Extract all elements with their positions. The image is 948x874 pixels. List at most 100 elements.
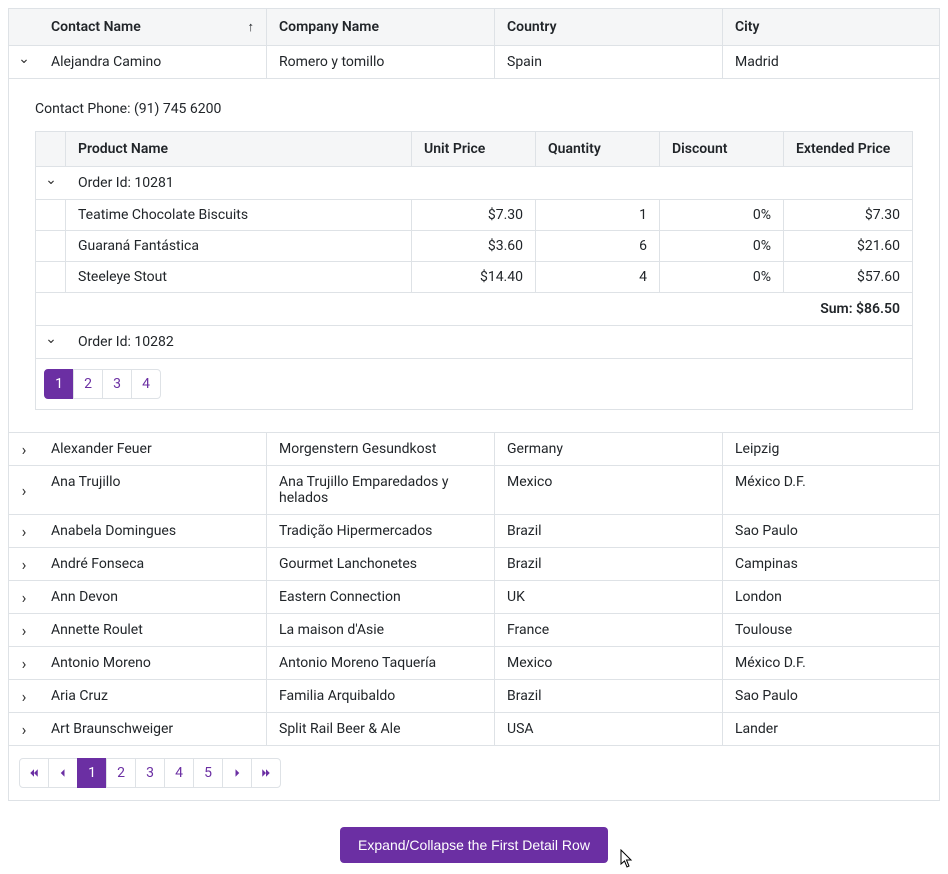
pager-first[interactable]	[19, 758, 49, 788]
sum-row: Sum: $86.50	[36, 293, 912, 326]
pager-page-1[interactable]: 1	[44, 369, 74, 399]
expand-collapse-button[interactable]: Expand/Collapse the First Detail Row	[340, 827, 608, 863]
detail-row: Teatime Chocolate Biscuits $7.30 1 0% $7…	[36, 200, 912, 231]
group-expand-toggle[interactable]	[36, 175, 66, 191]
cell-quantity: 4	[536, 262, 660, 292]
cell-country: Brazil	[495, 515, 723, 547]
cell-city: México D.F.	[723, 466, 939, 514]
pager-last[interactable]	[251, 758, 281, 788]
cell-discount: 0%	[660, 200, 784, 230]
detail-panel: Contact Phone: (91) 745 6200 Product Nam…	[9, 79, 939, 433]
cell-company: Gourmet Lanchonetes	[267, 548, 495, 580]
table-row: Ann Devon Eastern Connection UK London	[9, 581, 939, 614]
group-label: Order Id: 10281	[66, 167, 912, 199]
cell-city: Leipzig	[723, 433, 939, 465]
cell-contact: Ana Trujillo	[39, 466, 267, 514]
chevron-down-icon	[45, 334, 57, 350]
header-contact-name[interactable]: Contact Name ↑	[39, 9, 267, 45]
cell-unit-price: $7.30	[412, 200, 536, 230]
cell-product: Guaraná Fantástica	[66, 231, 412, 261]
detail-header-quantity[interactable]: Quantity	[536, 132, 660, 166]
chevron-right-icon	[22, 588, 27, 607]
cell-unit-price: $14.40	[412, 262, 536, 292]
cell-quantity: 6	[536, 231, 660, 261]
chevron-right-icon	[22, 522, 27, 541]
expand-toggle[interactable]	[9, 680, 39, 712]
cell-company: La maison d'Asie	[267, 614, 495, 646]
chevron-down-icon	[45, 175, 57, 191]
detail-header-product[interactable]: Product Name	[66, 132, 412, 166]
cell-contact: Anabela Domingues	[39, 515, 267, 547]
master-pager: 1 2 3 4 5	[9, 746, 939, 800]
cell-country: France	[495, 614, 723, 646]
cell-contact: Alexander Feuer	[39, 433, 267, 465]
cell-extended: $57.60	[784, 262, 912, 292]
cell-contact: Annette Roulet	[39, 614, 267, 646]
chevron-right-icon	[22, 481, 27, 500]
chevron-right-icon	[22, 720, 27, 739]
pager-page-4[interactable]: 4	[164, 758, 194, 788]
chevron-right-icon	[22, 440, 27, 459]
pager-page-2[interactable]: 2	[106, 758, 136, 788]
chevron-right-icon	[22, 555, 27, 574]
cell-discount: 0%	[660, 231, 784, 261]
table-row: Art Braunschweiger Split Rail Beer & Ale…	[9, 713, 939, 746]
order-group-row: Order Id: 10282	[36, 326, 912, 359]
pager-page-5[interactable]: 5	[193, 758, 223, 788]
cell-company: Antonio Moreno Taquería	[267, 647, 495, 679]
chevron-right-icon	[231, 767, 243, 779]
cell-country: Brazil	[495, 548, 723, 580]
cell-company: Morgenstern Gesundkost	[267, 433, 495, 465]
detail-grid: Product Name Unit Price Quantity Discoun…	[35, 131, 913, 410]
detail-header-discount[interactable]: Discount	[660, 132, 784, 166]
expand-toggle[interactable]	[9, 466, 39, 514]
expand-toggle[interactable]	[9, 46, 39, 78]
action-row: Expand/Collapse the First Detail Row	[8, 827, 940, 863]
pager-page-4[interactable]: 4	[131, 369, 161, 399]
cell-product: Steeleye Stout	[66, 262, 412, 292]
chevron-right-icon	[22, 687, 27, 706]
header-row: Contact Name ↑ Company Name Country City	[9, 9, 939, 46]
pager-page-2[interactable]: 2	[73, 369, 103, 399]
detail-header-unit-price[interactable]: Unit Price	[412, 132, 536, 166]
cell-city: México D.F.	[723, 647, 939, 679]
cell-company: Romero y tomillo	[267, 46, 495, 78]
chevron-double-right-icon	[260, 767, 272, 779]
expand-toggle[interactable]	[9, 647, 39, 679]
detail-header-row: Product Name Unit Price Quantity Discoun…	[36, 132, 912, 167]
cell-contact: Alejandra Camino	[39, 46, 267, 78]
group-expand-toggle[interactable]	[36, 334, 66, 350]
detail-row: Guaraná Fantástica $3.60 6 0% $21.60	[36, 231, 912, 262]
cell-contact: Antonio Moreno	[39, 647, 267, 679]
detail-header-extended[interactable]: Extended Price	[784, 132, 912, 166]
header-company-name[interactable]: Company Name	[267, 9, 495, 45]
cell-country: Mexico	[495, 466, 723, 514]
pager-prev[interactable]	[48, 758, 78, 788]
pager-next[interactable]	[222, 758, 252, 788]
expand-toggle[interactable]	[9, 515, 39, 547]
cell-country: Germany	[495, 433, 723, 465]
table-row: Anabela Domingues Tradição Hipermercados…	[9, 515, 939, 548]
sort-ascending-icon: ↑	[248, 19, 255, 35]
cell-unit-price: $3.60	[412, 231, 536, 261]
pager-page-1[interactable]: 1	[77, 758, 107, 788]
header-city[interactable]: City	[723, 9, 939, 45]
cell-contact: Ann Devon	[39, 581, 267, 613]
header-expand-placeholder	[9, 9, 39, 45]
table-row: Alejandra Camino Romero y tomillo Spain …	[9, 46, 939, 79]
expand-toggle[interactable]	[9, 614, 39, 646]
cell-city: Sao Paulo	[723, 680, 939, 712]
pager-page-3[interactable]: 3	[135, 758, 165, 788]
pager-page-3[interactable]: 3	[102, 369, 132, 399]
detail-header-expand-placeholder	[36, 132, 66, 166]
expand-toggle[interactable]	[9, 433, 39, 465]
expand-toggle[interactable]	[9, 713, 39, 745]
table-row: André Fonseca Gourmet Lanchonetes Brazil…	[9, 548, 939, 581]
header-country[interactable]: Country	[495, 9, 723, 45]
expand-toggle[interactable]	[9, 548, 39, 580]
cell-country: Brazil	[495, 680, 723, 712]
detail-row: Steeleye Stout $14.40 4 0% $57.60	[36, 262, 912, 293]
cell-extended: $21.60	[784, 231, 912, 261]
cell-company: Ana Trujillo Emparedados y helados	[267, 466, 495, 514]
expand-toggle[interactable]	[9, 581, 39, 613]
